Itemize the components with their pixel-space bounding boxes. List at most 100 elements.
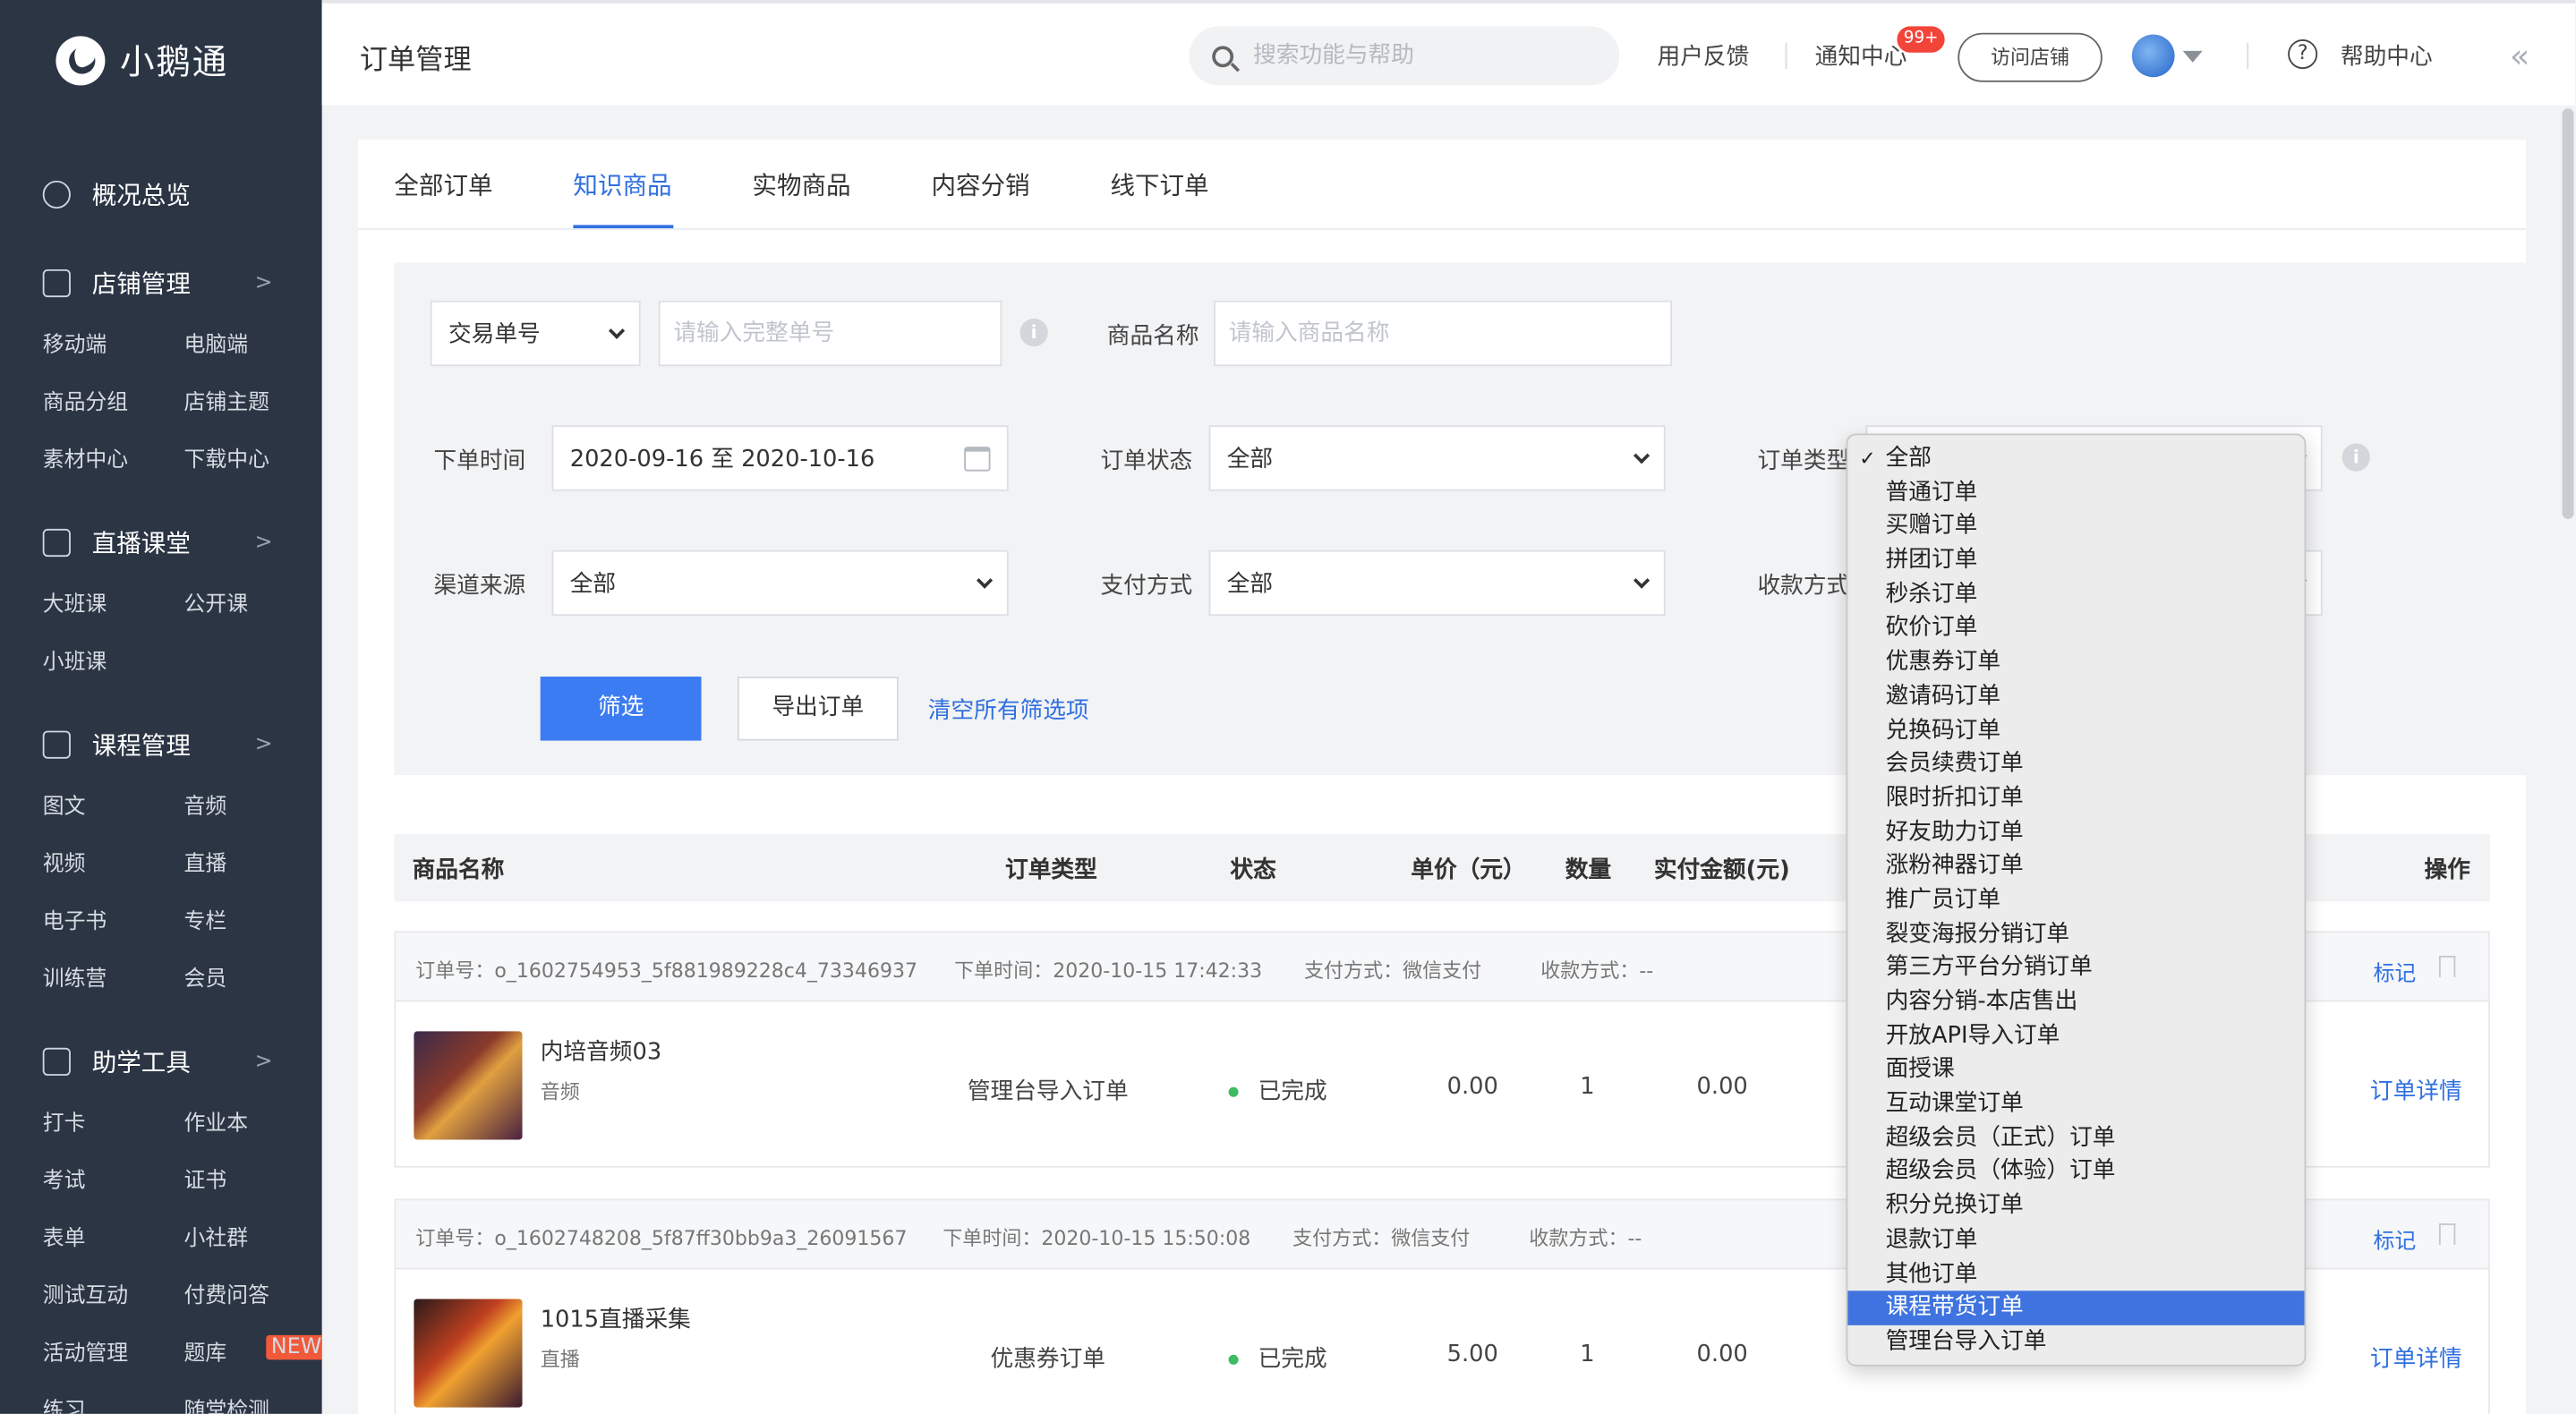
dropdown-option[interactable]: 限时折扣订单 [1847,781,2304,815]
search-input[interactable] [1253,42,1582,70]
sidebar-subitem[interactable]: 随堂检测 [184,1383,322,1414]
sidebar-item-course[interactable]: 课程管理 > [0,724,322,763]
order-no-type-select[interactable]: 交易单号 [430,300,641,367]
sidebar-subitem[interactable]: 视频 [43,836,184,893]
sidebar-item-tools[interactable]: 助学工具 > [0,1041,322,1080]
product-name[interactable]: 1015直播采集 [541,1302,691,1335]
sidebar-subitem[interactable]: 题库 NEW [184,1325,322,1383]
info-icon[interactable]: i [2341,443,2370,472]
dropdown-option[interactable]: 管理台导入订单 [1847,1325,2304,1359]
filter-button[interactable]: 筛选 [540,677,702,741]
dropdown-option[interactable]: 会员续费订单 [1847,747,2304,781]
sidebar-subitem[interactable]: 直播 [184,836,322,893]
dropdown-option[interactable]: 优惠券订单 [1847,645,2304,679]
dropdown-option[interactable]: 普通订单 [1847,476,2304,510]
mark-link[interactable]: 标记 [2374,1223,2417,1255]
dropdown-option[interactable]: 秒杀订单 [1847,577,2304,611]
order-time-picker[interactable]: 2020-09-16 至 2020-10-16 [551,425,1009,491]
tab-content-distribution[interactable]: 内容分销 [931,167,1029,202]
product-thumbnail[interactable] [414,1299,523,1408]
clear-filters-link[interactable]: 清空所有筛选项 [928,693,1089,726]
info-icon[interactable]: i [1019,318,1048,347]
bookmark-icon[interactable] [2438,1223,2456,1245]
tab-all-orders[interactable]: 全部订单 [394,167,492,202]
dropdown-option[interactable]: 拼团订单 [1847,543,2304,577]
sidebar-item-overview[interactable]: 概况总览 [0,175,322,214]
dropdown-option[interactable]: 第三方平台分销订单 [1847,951,2304,985]
sidebar-subitem[interactable]: 店铺主题 [184,374,322,431]
dropdown-option[interactable]: 裂变海报分销订单 [1847,917,2304,951]
sidebar-subitem[interactable]: 移动端 [43,317,184,374]
sidebar-subitem[interactable]: 打卡 [43,1095,184,1153]
sidebar-subitem[interactable]: 表单 [43,1210,184,1267]
bookmark-icon[interactable] [2438,955,2456,977]
dropdown-option[interactable]: 退款订单 [1847,1223,2304,1257]
sidebar-subitem[interactable]: 测试互动 [43,1268,184,1325]
dropdown-option[interactable]: 好友助力订单 [1847,815,2304,849]
dropdown-option[interactable]: 超级会员（体验）订单 [1847,1155,2304,1189]
sidebar-subitem[interactable]: 小社群 [184,1210,322,1267]
dropdown-option[interactable]: 课程带货订单 [1847,1290,2305,1325]
sidebar-subitem[interactable]: 练习 [43,1383,184,1414]
feedback-link[interactable]: 用户反馈 [1658,39,1750,72]
search-box[interactable] [1189,26,1620,86]
sidebar-subitem[interactable]: 专栏 [184,893,322,950]
dropdown-option[interactable]: 超级会员（正式）订单 [1847,1121,2304,1155]
sidebar-subitem[interactable]: 小班课 [43,634,184,691]
sidebar-subitem[interactable]: 大班课 [43,576,184,634]
sidebar-subitem[interactable]: 公开课 [184,576,322,634]
dropdown-option[interactable]: ✓ 全部 [1847,442,2304,476]
sidebar-item-live[interactable]: 直播课堂 > [0,523,322,562]
sidebar-subitem[interactable]: 付费问答 [184,1268,322,1325]
dropdown-option[interactable]: 互动课堂订单 [1847,1087,2304,1121]
sidebar-subitem[interactable]: 活动管理 [43,1325,184,1383]
sidebar-subitem[interactable]: 作业本 [184,1095,322,1153]
tab-offline-orders[interactable]: 线下订单 [1110,167,1208,202]
dropdown-option[interactable]: 内容分销-本店售出 [1847,985,2304,1019]
sidebar-subitem[interactable]: 音频 [184,779,322,836]
help-icon[interactable]: ? [2288,39,2318,70]
sidebar-subitem[interactable]: 训练营 [43,950,184,1008]
notification-center-link[interactable]: 通知中心 [1815,39,1907,72]
dropdown-option[interactable]: 其他订单 [1847,1257,2304,1291]
tab-knowledge-products[interactable]: 知识商品 [573,167,671,202]
dropdown-option[interactable]: 砍价订单 [1847,611,2304,645]
visit-store-button[interactable]: 访问店铺 [1958,32,2103,82]
collapse-icon[interactable]: « [2510,36,2530,75]
logo[interactable]: 小鹅通 [55,36,228,86]
pay-method-select[interactable]: 全部 [1208,549,1666,617]
sidebar-subitem[interactable]: 素材中心 [43,432,184,490]
page-scrollbar[interactable] [2562,108,2574,519]
sidebar-subitem[interactable]: 下载中心 [184,432,322,490]
caret-down-icon[interactable] [2182,50,2203,63]
sidebar-subitem[interactable]: 证书 [184,1153,322,1210]
product-thumbnail[interactable] [414,1031,523,1140]
dropdown-option[interactable]: 面授课 [1847,1053,2304,1087]
order-detail-link[interactable]: 订单详情 [2370,1074,2462,1107]
dropdown-option[interactable]: 买赠订单 [1847,510,2304,544]
export-orders-button[interactable]: 导出订单 [737,677,899,741]
dropdown-option[interactable]: 邀请码订单 [1847,679,2304,713]
dropdown-option[interactable]: 开放API导入订单 [1847,1019,2304,1053]
help-center-link[interactable]: 帮助中心 [2341,39,2433,72]
sidebar-item-store[interactable]: 店铺管理 > [0,263,322,302]
sidebar-subitem[interactable]: 图文 [43,779,184,836]
product-name-input[interactable] [1214,300,1673,367]
sidebar-subitem[interactable]: 会员 [184,950,322,1008]
dropdown-option[interactable]: 涨粉神器订单 [1847,849,2304,883]
product-name[interactable]: 内培音频03 [541,1035,661,1068]
tab-physical-products[interactable]: 实物商品 [752,167,850,202]
sidebar-subitem[interactable]: 电子书 [43,893,184,950]
avatar[interactable] [2131,34,2175,78]
mark-link[interactable]: 标记 [2374,956,2417,987]
dropdown-option[interactable]: 兑换码订单 [1847,713,2304,747]
channel-select[interactable]: 全部 [551,549,1009,617]
sidebar-subitem[interactable]: 商品分组 [43,374,184,431]
order-detail-link[interactable]: 订单详情 [2370,1342,2462,1375]
sidebar-subitem[interactable]: 电脑端 [184,317,322,374]
order-status-select[interactable]: 全部 [1208,425,1666,491]
sidebar-subitem[interactable]: 考试 [43,1153,184,1210]
order-no-input[interactable] [658,300,1002,367]
dropdown-option[interactable]: 积分兑换订单 [1847,1189,2304,1223]
dropdown-option[interactable]: 推广员订单 [1847,883,2304,917]
